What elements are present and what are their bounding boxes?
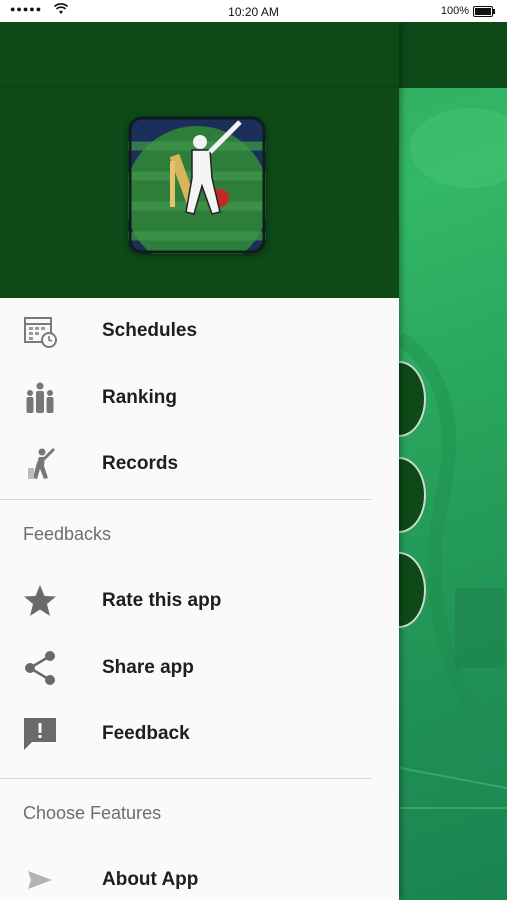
divider bbox=[0, 778, 372, 779]
menu-item-records[interactable]: Records bbox=[0, 431, 372, 497]
menu-item-rate-app[interactable]: Rate this app bbox=[0, 568, 372, 634]
battery-percentage: 100% bbox=[440, 5, 469, 17]
send-icon bbox=[22, 862, 58, 898]
feedback-icon bbox=[22, 716, 58, 752]
menu-item-label: Rate this app bbox=[102, 590, 222, 611]
drawer-header bbox=[0, 22, 399, 298]
calendar-clock-icon bbox=[22, 313, 58, 349]
menu-item-label: Records bbox=[102, 453, 179, 474]
menu-item-label: Share app bbox=[102, 657, 194, 678]
menu-item-label: Ranking bbox=[102, 387, 177, 408]
menu-item-schedules[interactable]: Schedules bbox=[0, 298, 372, 364]
section-title-choose-features: Choose Features bbox=[23, 803, 162, 823]
clock: 10:20 AM bbox=[228, 5, 279, 19]
section-title-feedbacks: Feedbacks bbox=[23, 524, 112, 544]
menu-item-label: Schedules bbox=[102, 320, 198, 341]
divider bbox=[0, 499, 372, 500]
battery-icon bbox=[473, 6, 495, 17]
ranking-people-icon bbox=[22, 380, 58, 416]
menu-item-feedback[interactable]: Feedback bbox=[0, 701, 372, 767]
app-logo bbox=[128, 116, 266, 254]
menu-item-share-app[interactable]: Share app bbox=[0, 635, 372, 701]
status-bar: ●●●●● 10:20 AM 100% bbox=[0, 0, 507, 22]
menu-item-label: About App bbox=[102, 869, 199, 890]
menu-item-ranking[interactable]: Ranking bbox=[0, 365, 372, 431]
navigation-drawer: Schedules Ranking Records Feedbacks Rate… bbox=[0, 22, 399, 900]
star-icon bbox=[22, 583, 58, 619]
share-icon bbox=[22, 650, 58, 686]
batsman-icon bbox=[22, 446, 58, 482]
menu-item-about-app[interactable]: About App bbox=[0, 847, 372, 900]
menu-item-label: Feedback bbox=[102, 723, 190, 744]
